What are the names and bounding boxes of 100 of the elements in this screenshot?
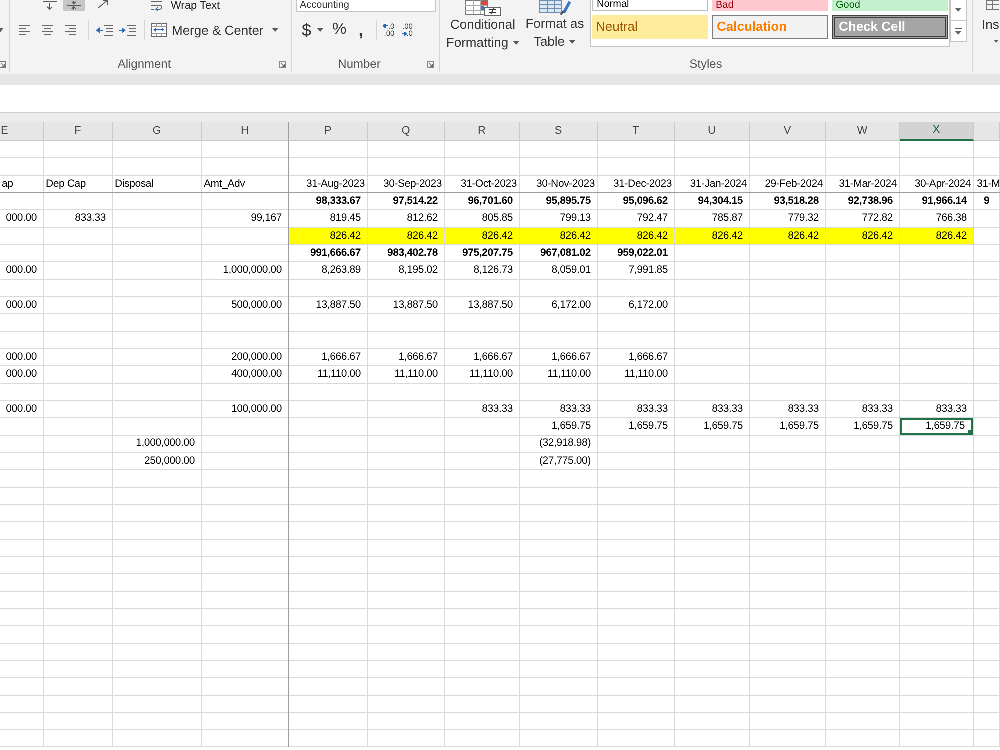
number-format-dropdown[interactable]: Accounting <box>296 0 436 12</box>
spreadsheet-cell[interactable]: 1,659.75 <box>826 418 899 435</box>
middle-align-button[interactable] <box>63 0 85 11</box>
spreadsheet-cell[interactable]: 000.00 <box>0 348 43 366</box>
comma-style-button[interactable]: , <box>358 22 364 38</box>
spreadsheet-cell[interactable]: 000.00 <box>0 296 43 314</box>
spreadsheet-cell[interactable]: 200,000.00 <box>202 348 288 366</box>
spreadsheet-cell[interactable]: 92,738.96 <box>826 192 899 210</box>
spreadsheet-cell[interactable]: 8,126.73 <box>445 262 519 279</box>
caret-icon[interactable] <box>317 28 324 32</box>
spreadsheet-cell[interactable]: (27,775.00) <box>520 452 597 470</box>
merge-and-center-button[interactable]: Merge & Center <box>151 23 279 37</box>
spreadsheet-cell[interactable]: 000.00 <box>0 210 43 227</box>
spreadsheet-cell[interactable]: 805.85 <box>445 210 519 227</box>
spreadsheet-cell[interactable]: 30-Nov-2023 <box>520 176 597 192</box>
spreadsheet-cell[interactable]: 1,666.67 <box>289 348 367 366</box>
insert-button[interactable]: Ins <box>982 0 999 43</box>
column-header[interactable]: W <box>826 122 900 141</box>
highlighted-cell[interactable]: 826.42 <box>289 228 367 244</box>
column-header[interactable]: H <box>202 122 289 141</box>
spreadsheet-cell[interactable]: 30-Apr-2024 <box>900 176 973 192</box>
diagonal-arrow-icon[interactable] <box>97 0 108 9</box>
spreadsheet-cell[interactable]: 1,000,000.00 <box>202 262 288 279</box>
spreadsheet-cell[interactable]: 31-Mar-2024 <box>826 176 899 192</box>
percent-style-button[interactable]: % <box>332 22 347 38</box>
column-header[interactable]: S <box>520 122 598 141</box>
spreadsheet-cell[interactable]: 833.33 <box>900 400 973 418</box>
align-left-button[interactable] <box>18 24 31 36</box>
caret-icon[interactable] <box>0 28 4 33</box>
spreadsheet-cell[interactable]: 11,110.00 <box>445 366 519 383</box>
spreadsheet-cell[interactable]: 8,195.02 <box>368 262 444 279</box>
spreadsheet-cell[interactable]: 11,110.00 <box>520 366 597 383</box>
spreadsheet-cell[interactable]: 8,263.89 <box>289 262 367 279</box>
column-header[interactable]: G <box>113 122 202 141</box>
format-as-table-button[interactable]: Format as Table <box>523 0 587 52</box>
dialog-launcher-icon[interactable] <box>279 60 286 68</box>
currency-format-button[interactable]: $ <box>302 22 312 38</box>
spreadsheet-cell[interactable]: 819.45 <box>289 210 367 227</box>
wrap-text-button[interactable]: Wrap Text <box>151 0 220 12</box>
spreadsheet-cell[interactable]: 91,966.14 <box>900 192 973 210</box>
spreadsheet-cell[interactable]: 31-Dec-2023 <box>598 176 674 192</box>
spreadsheet-cell[interactable]: 6,172.00 <box>598 296 674 314</box>
spreadsheet-cell[interactable]: 000.00 <box>0 400 43 418</box>
spreadsheet-cell[interactable]: 833.33 <box>520 400 597 418</box>
spreadsheet-cell[interactable]: 833.33 <box>44 210 112 227</box>
spreadsheet-cell[interactable]: 31-Oct-2023 <box>445 176 519 192</box>
spreadsheet-cell[interactable]: 30-Sep-2023 <box>368 176 444 192</box>
decrease-indent-icon[interactable] <box>96 24 113 36</box>
spreadsheet-cell[interactable]: 1,666.67 <box>445 348 519 366</box>
spreadsheet-cell[interactable]: 13,887.50 <box>445 296 519 314</box>
spreadsheet-cell[interactable]: Dep Cap <box>44 176 112 192</box>
spreadsheet-cell[interactable]: 833.33 <box>445 400 519 418</box>
spreadsheet-cell[interactable]: 1,666.67 <box>520 348 597 366</box>
highlighted-cell[interactable]: 826.42 <box>750 228 825 244</box>
spreadsheet-cell[interactable]: 1,659.75 <box>598 418 674 435</box>
spreadsheet-cell[interactable]: 779.32 <box>750 210 825 227</box>
spreadsheet-cell[interactable]: 97,514.22 <box>368 192 444 210</box>
highlighted-cell[interactable]: 826.42 <box>520 228 597 244</box>
cell-style-button[interactable]: Good <box>832 0 948 11</box>
spreadsheet-cell[interactable]: 6,172.00 <box>520 296 597 314</box>
selected-cell[interactable]: 1,659.75 <box>900 418 973 435</box>
increase-indent-icon[interactable] <box>119 24 136 36</box>
spreadsheet-cell[interactable]: 94,304.15 <box>675 192 749 210</box>
spreadsheet-cell[interactable]: 400,000.00 <box>202 366 288 383</box>
spreadsheet-cell[interactable]: 9 <box>974 192 999 210</box>
fill-handle-icon[interactable] <box>968 430 973 435</box>
spreadsheet-cell[interactable]: 11,110.00 <box>368 366 444 383</box>
spreadsheet-cell[interactable]: 7,991.85 <box>598 262 674 279</box>
spreadsheet-cell[interactable]: 1,659.75 <box>750 418 825 435</box>
spreadsheet-cell[interactable]: 29-Feb-2024 <box>750 176 825 192</box>
spreadsheet-cell[interactable]: 31-M <box>974 176 999 192</box>
spreadsheet-cell[interactable]: 93,518.28 <box>750 192 825 210</box>
highlighted-cell[interactable]: 826.42 <box>368 228 444 244</box>
spreadsheet-cell[interactable]: 833.33 <box>750 400 825 418</box>
spreadsheet-cell[interactable]: 1,659.75 <box>675 418 749 435</box>
dialog-launcher-icon[interactable] <box>427 60 434 68</box>
spreadsheet-cell[interactable]: 99,167 <box>202 210 288 227</box>
spreadsheet-cell[interactable]: 95,895.75 <box>520 192 597 210</box>
align-right-button[interactable] <box>64 24 77 36</box>
align-center-button[interactable] <box>41 24 54 36</box>
spreadsheet-cell[interactable]: 500,000.00 <box>202 296 288 314</box>
cell-style-button[interactable]: Normal <box>592 0 708 11</box>
highlighted-cell[interactable]: 826.42 <box>445 228 519 244</box>
spreadsheet-cell[interactable]: 991,666.67 <box>289 244 367 262</box>
spreadsheet-cell[interactable]: 983,402.78 <box>368 244 444 262</box>
spreadsheet-cell[interactable]: 11,110.00 <box>289 366 367 383</box>
spreadsheet-cell[interactable]: 98,333.67 <box>289 192 367 210</box>
spreadsheet-cell[interactable]: 31-Jan-2024 <box>675 176 749 192</box>
spreadsheet-cell[interactable]: 13,887.50 <box>289 296 367 314</box>
spreadsheet-cell[interactable]: 766.38 <box>900 210 973 227</box>
spreadsheet-cell[interactable]: 000.00 <box>0 262 43 279</box>
spreadsheet-cell[interactable]: 250,000.00 <box>113 452 201 470</box>
spreadsheet-cell[interactable]: Disposal <box>113 176 201 192</box>
spreadsheet-cell[interactable]: 967,081.02 <box>520 244 597 262</box>
column-header[interactable]: P <box>289 122 368 141</box>
spreadsheet-cell[interactable]: 1,666.67 <box>598 348 674 366</box>
column-header[interactable]: T <box>598 122 675 141</box>
spreadsheet-cell[interactable]: (32,918.98) <box>520 436 597 452</box>
spreadsheet-cell[interactable]: Amt_Adv <box>202 176 288 192</box>
spreadsheet-cell[interactable]: 785.87 <box>675 210 749 227</box>
